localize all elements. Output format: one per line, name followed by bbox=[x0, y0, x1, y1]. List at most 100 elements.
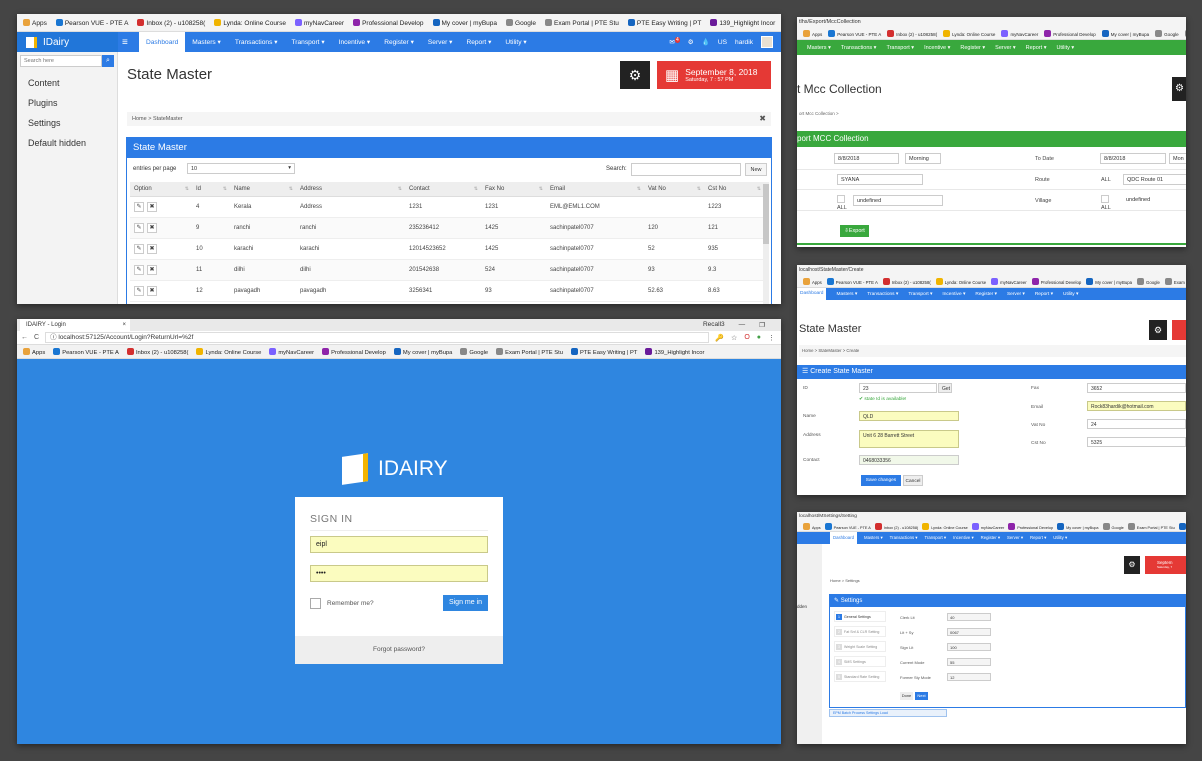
bookmark-item[interactable]: Lynda: Online Course bbox=[922, 523, 968, 530]
all-checkbox[interactable] bbox=[837, 195, 845, 203]
scrollbar-thumb[interactable] bbox=[763, 184, 769, 244]
wizard-step[interactable]: 3 Weight Scale Setting bbox=[834, 641, 886, 652]
bookmark-item[interactable]: Professional Develop bbox=[1008, 523, 1053, 530]
username-input[interactable]: eipl bbox=[310, 536, 488, 553]
get-button[interactable]: Get bbox=[938, 383, 952, 393]
nav-item[interactable]: Report ▾ bbox=[1035, 292, 1053, 297]
nav-item[interactable]: Masters ▾ bbox=[836, 292, 857, 297]
setting-field[interactable]: 100 bbox=[947, 643, 991, 651]
address-bar[interactable]: localhost/MSettings/Setting bbox=[797, 512, 1186, 522]
column-header[interactable]: Email bbox=[546, 182, 644, 197]
drop-icon[interactable]: 💧 bbox=[702, 38, 710, 46]
delete-icon[interactable]: ✖ bbox=[147, 201, 157, 212]
nav-item[interactable]: Transactions ▾ bbox=[841, 45, 877, 51]
column-header[interactable]: Vat No bbox=[644, 182, 704, 197]
menu-toggle-icon[interactable]: ≡ bbox=[122, 37, 136, 48]
nav-item[interactable]: Utility ▾ bbox=[1056, 45, 1074, 51]
close-icon[interactable]: ✖ bbox=[759, 112, 766, 126]
nav-item[interactable]: Incentive ▾ bbox=[332, 32, 378, 52]
edit-icon[interactable]: ✎ bbox=[134, 243, 144, 254]
union-select[interactable]: SYANA bbox=[837, 174, 923, 185]
bookmark-item[interactable]: Exam Portal | PTE Stu bbox=[1164, 278, 1186, 285]
bookmark-item[interactable]: Apps bbox=[803, 278, 822, 285]
bookmark-item[interactable]: Apps bbox=[23, 18, 47, 27]
nav-item[interactable]: Incentive ▾ bbox=[942, 292, 965, 297]
setting-field[interactable]: 40 bbox=[947, 613, 991, 621]
column-header[interactable]: Option bbox=[130, 182, 192, 197]
nav-item[interactable]: Transport ▾ bbox=[285, 32, 332, 52]
email-field[interactable]: Rock83hardik@hotmail.com bbox=[1087, 401, 1186, 411]
bookmark-item[interactable]: Lynda: Online Course bbox=[214, 18, 286, 27]
save-button[interactable]: Save changes bbox=[861, 475, 901, 486]
done-button[interactable]: Done bbox=[900, 692, 913, 700]
bookmark-item[interactable]: Professional Develop bbox=[353, 18, 424, 27]
bookmark-item[interactable]: Lynda: Online Course bbox=[935, 278, 986, 285]
tab-close-icon[interactable]: × bbox=[122, 319, 126, 331]
bookmark-item[interactable]: Pearson VUE - PTE A bbox=[826, 278, 878, 285]
bookmark-item[interactable]: myNavCareer bbox=[991, 278, 1027, 285]
signin-button[interactable]: Sign me in bbox=[443, 595, 488, 611]
bookmark-item[interactable]: Apps bbox=[803, 30, 822, 37]
mail-icon[interactable]: ✉4 bbox=[669, 37, 680, 47]
to-shift-select[interactable]: Mon bbox=[1169, 153, 1186, 164]
id-field[interactable]: 23 bbox=[859, 383, 937, 393]
bookmark-item[interactable]: Exam Portal | PTE Stu bbox=[1127, 523, 1175, 530]
wizard-step[interactable]: 4 SMS Settings bbox=[834, 656, 886, 667]
language-selector[interactable]: US bbox=[718, 39, 727, 46]
settings-gear-icon[interactable]: ⚙ bbox=[1124, 556, 1140, 574]
bookmark-item[interactable]: Pearson VUE - PTE A bbox=[828, 30, 881, 37]
setting-field[interactable]: 0067 bbox=[947, 628, 991, 636]
entries-select[interactable]: 10 bbox=[187, 163, 295, 174]
bookmark-item[interactable]: Professional Develop bbox=[322, 347, 386, 356]
bookmark-item[interactable]: PTE Easy Writing | PT bbox=[1178, 523, 1186, 530]
bookmark-item[interactable]: Exam Portal | PTE Stu bbox=[496, 347, 563, 356]
gear-icon[interactable]: ⚙ bbox=[688, 38, 694, 46]
address-bar[interactable]: ⓘ localhost:57125/Account/Login?ReturnUr… bbox=[45, 332, 710, 343]
sidebar-item[interactable]: Default hidden bbox=[17, 133, 117, 153]
settings-gear-icon[interactable]: ⚙ bbox=[1149, 320, 1167, 340]
undefined-select[interactable]: undefined bbox=[853, 195, 943, 206]
bookmark-item[interactable]: myNavCareer bbox=[1001, 30, 1038, 37]
star-icon[interactable]: ☆ bbox=[731, 334, 737, 342]
nav-item[interactable]: Transport ▾ bbox=[908, 292, 932, 297]
back-icon[interactable]: ← bbox=[21, 334, 28, 341]
bookmark-item[interactable]: Apps bbox=[23, 347, 45, 356]
reload-icon[interactable]: C bbox=[34, 334, 39, 341]
sidebar-item[interactable]: Plugins bbox=[17, 93, 117, 113]
avatar[interactable] bbox=[761, 36, 773, 48]
nav-item[interactable]: Server ▾ bbox=[1007, 292, 1025, 297]
nav-dashboard[interactable]: Dashboard bbox=[797, 288, 827, 300]
user-name[interactable]: hardik bbox=[735, 39, 753, 46]
nav-item[interactable]: Utility ▾ bbox=[498, 32, 533, 52]
settings-gear-icon[interactable]: ⚙ bbox=[1172, 77, 1186, 101]
nav-item[interactable]: Report ▾ bbox=[1026, 45, 1047, 51]
nav-item[interactable]: Server ▾ bbox=[1007, 535, 1023, 541]
cst-field[interactable]: 5325 bbox=[1087, 437, 1186, 447]
nav-item[interactable]: Transactions ▾ bbox=[228, 32, 285, 52]
nav-item[interactable]: Register ▾ bbox=[981, 535, 1000, 541]
bookmark-item[interactable]: myNavCareer bbox=[971, 523, 1004, 530]
column-header[interactable]: Cst No bbox=[704, 182, 764, 197]
minimize-icon[interactable]: — bbox=[739, 321, 746, 329]
bookmark-item[interactable]: 139_Highlight Incor bbox=[645, 347, 704, 356]
opera-icon[interactable]: O bbox=[744, 334, 749, 342]
route-select[interactable]: QDC Route 01 bbox=[1123, 174, 1186, 185]
bookmark-item[interactable]: Pearson VUE - PTE A bbox=[53, 347, 119, 356]
nav-item[interactable]: Report ▾ bbox=[1030, 535, 1046, 541]
delete-icon[interactable]: ✖ bbox=[147, 222, 157, 233]
nav-item[interactable]: Transport ▾ bbox=[886, 45, 914, 51]
nav-item[interactable]: Utility ▾ bbox=[1053, 535, 1067, 541]
from-date-field[interactable]: 8/8/2018 bbox=[834, 153, 899, 164]
scrollbar[interactable] bbox=[763, 182, 769, 304]
export-button[interactable]: ⇩Export bbox=[840, 225, 869, 237]
column-header[interactable]: Id bbox=[192, 182, 230, 197]
wizard-step[interactable]: 5 Standard Rate Setting bbox=[834, 671, 886, 682]
bookmark-item[interactable]: My cover | myBupa bbox=[432, 18, 497, 27]
nav-item[interactable]: Transactions ▾ bbox=[890, 535, 918, 541]
address-bar[interactable]: localhost/StateMaster/Create bbox=[797, 265, 1186, 276]
bookmark-item[interactable]: PTE Easy Writing | PT bbox=[570, 347, 637, 356]
edit-icon[interactable]: ✎ bbox=[134, 201, 144, 212]
name-field[interactable]: QLD bbox=[859, 411, 959, 421]
bookmark-item[interactable]: Inbox (2) - u108258( bbox=[887, 30, 937, 37]
forgot-password-link[interactable]: Forgot password? bbox=[295, 636, 503, 664]
